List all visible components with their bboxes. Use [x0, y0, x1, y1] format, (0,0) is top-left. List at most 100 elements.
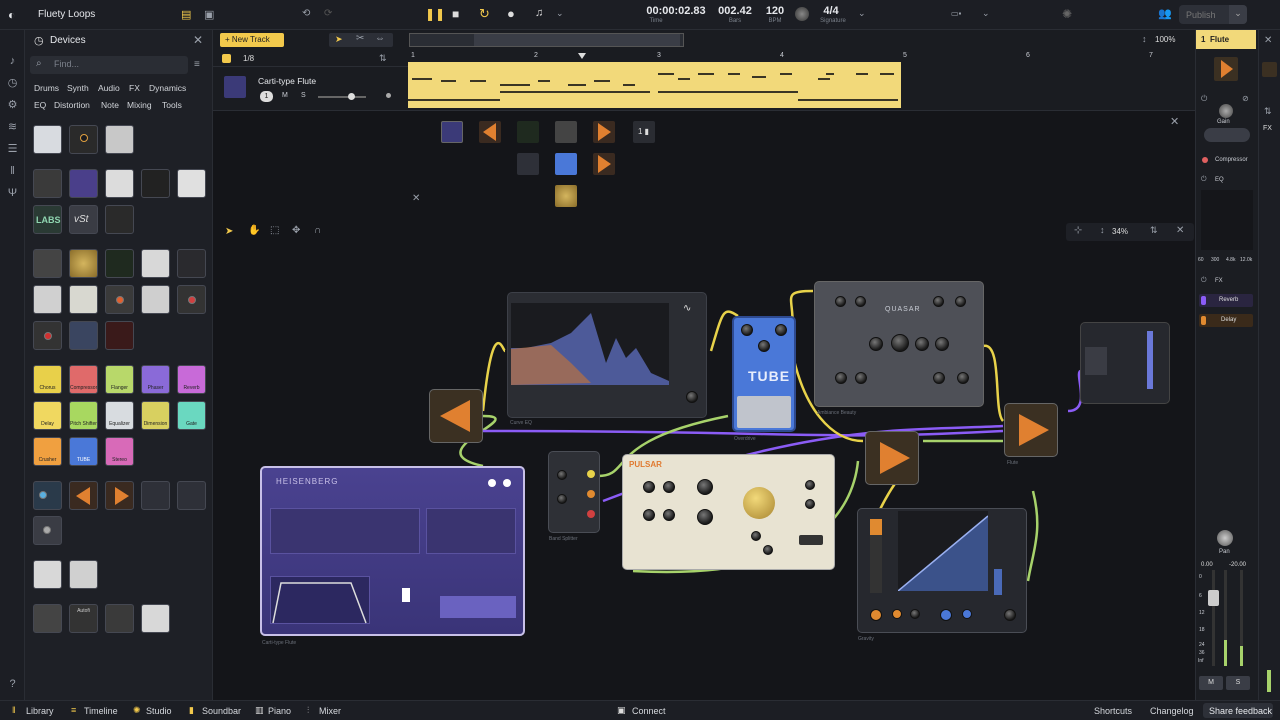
bpm-display[interactable]: 120 [760, 5, 790, 17]
device-tile-spectrum[interactable] [105, 249, 134, 278]
fx-label[interactable]: FX [1215, 278, 1223, 284]
gravity-knob[interactable] [1004, 609, 1016, 621]
playhead[interactable] [578, 53, 586, 59]
compressor-indicator[interactable] [1202, 157, 1208, 163]
device-tile-phaser[interactable]: Phaser [141, 365, 170, 394]
changelog-link[interactable]: Changelog [1150, 706, 1194, 716]
quasar-knob[interactable] [855, 296, 866, 307]
piano-icon[interactable]: ▥ [255, 705, 264, 716]
inspector-solo-button[interactable]: S [1226, 676, 1250, 690]
volume-slider-thumb[interactable] [348, 93, 355, 100]
device-band-splitter[interactable]: Band Splitter [548, 451, 600, 542]
device-tile-tube[interactable]: TUBE [69, 437, 98, 466]
heisenberg-envelope[interactable] [270, 576, 370, 624]
device-tile-crusher[interactable]: Crusher [33, 437, 62, 466]
fx-rail-icon[interactable]: FX [1263, 125, 1272, 132]
scrollbar-thumb[interactable] [474, 34, 680, 46]
share-feedback-button[interactable]: Share feedback [1203, 703, 1273, 718]
category-dynamics[interactable]: Dynamics [149, 83, 186, 93]
pulsar-knob[interactable] [697, 479, 713, 495]
device-pulsar[interactable]: PULSAR [622, 454, 835, 570]
device-note-arp[interactable] [429, 389, 483, 443]
pulsar-knob[interactable] [763, 545, 773, 555]
inspector-mute-button[interactable]: M [1199, 676, 1223, 690]
close-icon[interactable]: ✕ [193, 33, 203, 47]
device-quasar[interactable]: QUASAR Ambiance Beauty [814, 281, 984, 416]
device-tile-synth-dark[interactable] [141, 169, 170, 198]
undo-icon[interactable]: ⟲ [302, 8, 310, 19]
device-tile-reverb[interactable]: Reverb [177, 365, 206, 394]
category-note[interactable]: Note [101, 100, 119, 110]
device-tile-drum-machine[interactable] [33, 125, 62, 154]
device-tube-pedal[interactable]: TUBE Overdrive [732, 316, 796, 442]
category-distortion[interactable]: Distortion [54, 100, 90, 110]
splitter-port-high[interactable] [587, 470, 595, 478]
timeline-zoom[interactable]: 100% [1155, 35, 1175, 44]
gravity-knob[interactable] [910, 609, 920, 619]
device-tile-pitch-shifter[interactable]: Pitch Shifter [69, 401, 98, 430]
waveform-icon[interactable]: ≋ [6, 121, 19, 134]
new-track-button[interactable]: + New Track [220, 33, 284, 47]
pause-icon[interactable]: ❚❚ [425, 7, 445, 21]
studio-icon[interactable]: ✺ [133, 705, 141, 716]
quasar-knob[interactable] [957, 372, 969, 384]
pulsar-knob[interactable] [751, 531, 761, 541]
layout-icon[interactable]: ▤ [181, 8, 191, 21]
heisenberg-lfo[interactable] [440, 596, 516, 618]
tempo-knob[interactable] [795, 7, 809, 21]
gain-slider[interactable] [1204, 128, 1250, 142]
chevron-down-icon[interactable]: ⌄ [556, 8, 564, 19]
bars-display[interactable]: 002.42 [715, 5, 755, 17]
device-tile-labs[interactable]: LABS [33, 205, 62, 234]
users-icon[interactable]: 👥 [1158, 7, 1172, 20]
track-solo-button[interactable]: S [301, 92, 306, 99]
device-tile-tool-4[interactable] [141, 604, 170, 633]
pulsar-knob[interactable] [643, 509, 655, 521]
heisenberg-filter-panel[interactable] [426, 508, 516, 554]
device-tile-gate[interactable]: Gate [177, 401, 206, 430]
splitter-knob[interactable] [557, 494, 567, 504]
device-tile-panel[interactable] [141, 249, 170, 278]
studio-canvas[interactable]: 1 ▮ ✕ ✕ ➤ ✋ ⬚ ✥ ∩ ⊹ ↕ 34% ⇅ ✕ ∿ Curve EQ… [213, 110, 1195, 700]
device-tile-heisenberg[interactable] [69, 169, 98, 198]
pan-knob[interactable] [1217, 530, 1233, 546]
category-eq[interactable]: EQ [34, 100, 46, 110]
track-name[interactable]: Carti-type Flute [258, 76, 316, 86]
device-tile-drum-synth[interactable] [69, 125, 98, 154]
device-tile-mixer[interactable] [33, 285, 62, 314]
settings-gear-icon[interactable]: ✺ [1062, 7, 1072, 21]
mixer-tab[interactable]: Mixer [319, 706, 341, 716]
heisenberg-knob[interactable] [488, 479, 496, 487]
device-tile-delay[interactable]: Delay [33, 401, 62, 430]
category-tools[interactable]: Tools [162, 100, 182, 110]
inspector-header[interactable]: 1 Flute [1196, 30, 1256, 49]
device-tile-audio-in[interactable] [33, 560, 62, 589]
chevron-down-icon[interactable]: ⌄ [858, 8, 866, 19]
device-tile-equalizer[interactable]: Equalizer [105, 401, 134, 430]
compressor-label[interactable]: Compressor [1215, 157, 1248, 163]
device-tile-compressor[interactable]: Compressor [69, 365, 98, 394]
signature-display[interactable]: 4/4 [818, 5, 844, 17]
grid-icon[interactable] [222, 54, 231, 63]
app-logo-icon[interactable]: ◐ [8, 8, 15, 22]
device-tile-sequencer[interactable] [33, 169, 62, 198]
fx-power-icon[interactable]: ⏻ [1201, 277, 1207, 285]
record-icon[interactable]: ● [507, 6, 515, 21]
tube-knob-2[interactable] [775, 324, 787, 336]
plugin-icon[interactable]: ⚙ [6, 99, 19, 112]
pulsar-knob[interactable] [643, 481, 655, 493]
fx-delay-slot[interactable]: Delay [1199, 314, 1253, 327]
track-mute-button[interactable]: M [282, 92, 288, 99]
category-fx[interactable]: FX [129, 83, 140, 93]
quasar-knob[interactable] [835, 372, 847, 384]
device-tile-vst[interactable]: vSt [69, 205, 98, 234]
gravity-curve-display[interactable] [897, 511, 989, 592]
category-synth[interactable]: Synth [67, 83, 89, 93]
eq-bands[interactable] [1201, 190, 1253, 250]
pulsar-knob[interactable] [663, 481, 675, 493]
device-tile-scaler[interactable] [177, 481, 206, 510]
mixer-icon[interactable]: ⫶ [307, 705, 309, 716]
chevron-down-icon[interactable]: ⌄ [982, 8, 990, 19]
timeline-tab[interactable]: Timeline [84, 706, 118, 716]
scissors-icon[interactable]: ✂ [356, 33, 364, 44]
